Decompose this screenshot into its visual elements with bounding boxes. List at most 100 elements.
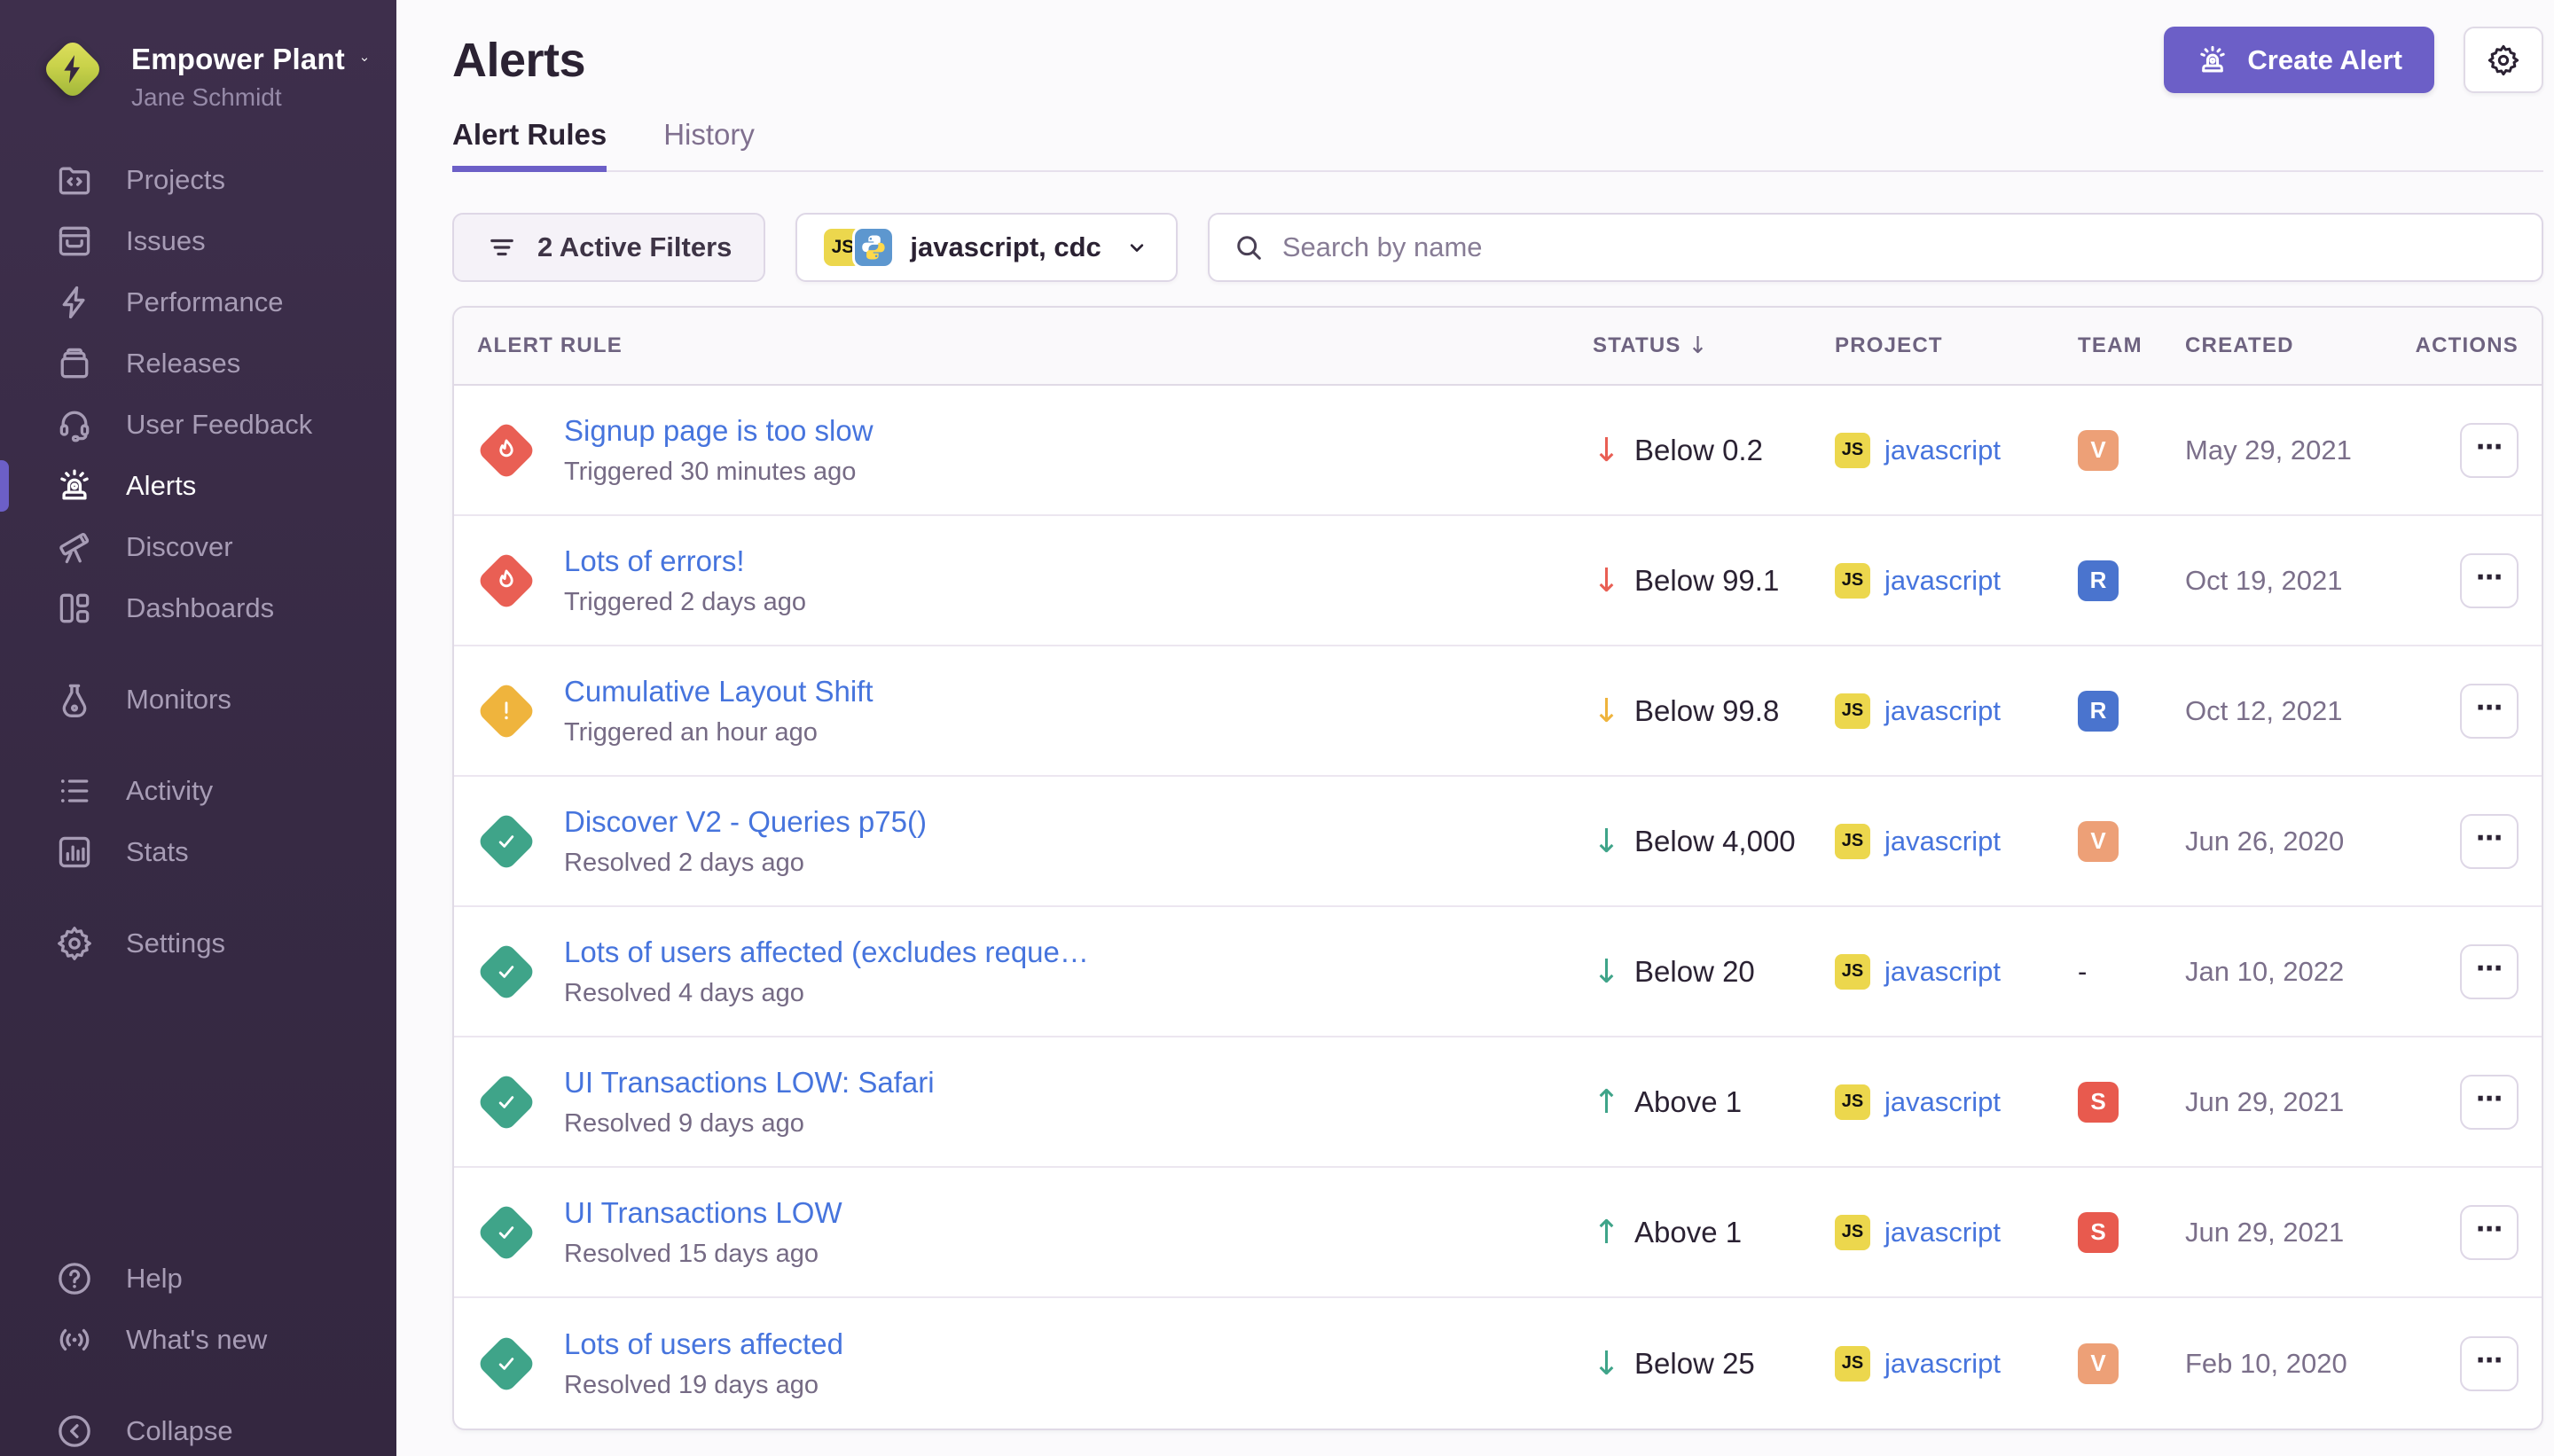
created-date: Feb 10, 2020 xyxy=(2185,1348,2380,1380)
sidebar-item-discover[interactable]: Discover xyxy=(0,516,396,577)
active-filters-button[interactable]: 2 Active Filters xyxy=(452,213,765,282)
alert-rule-link[interactable]: Lots of errors! xyxy=(564,544,806,578)
severity-icon xyxy=(477,1335,536,1393)
chevron-down-icon xyxy=(1124,235,1149,260)
sidebar-item-alerts[interactable]: Alerts xyxy=(0,455,396,516)
sidebar-item-issues[interactable]: Issues xyxy=(0,210,396,271)
sidebar-item-user-feedback[interactable]: User Feedback xyxy=(0,394,396,455)
sidebar-item-monitors[interactable]: Monitors xyxy=(0,669,396,730)
sidebar-item-projects[interactable]: Projects xyxy=(0,149,396,210)
help-icon xyxy=(55,1259,94,1298)
tab-history[interactable]: History xyxy=(663,118,755,170)
alert-rule-link[interactable]: Lots of users affected xyxy=(564,1327,843,1361)
page-title: Alerts xyxy=(452,33,585,88)
row-actions-button[interactable]: ⋯ xyxy=(2460,684,2519,739)
row-actions-button[interactable]: ⋯ xyxy=(2460,1075,2519,1130)
project-link[interactable]: javascript xyxy=(1884,565,2001,597)
team-avatar: S xyxy=(2078,1212,2119,1253)
severity-icon xyxy=(477,943,536,1001)
feedback-icon xyxy=(55,405,94,444)
alert-settings-button[interactable] xyxy=(2464,27,2543,93)
row-actions-button[interactable]: ⋯ xyxy=(2460,423,2519,478)
table-row: Lots of users affected (excludes reque… … xyxy=(454,907,2542,1037)
alert-rule-subtitle: Triggered an hour ago xyxy=(564,718,874,748)
row-actions-button[interactable]: ⋯ xyxy=(2460,944,2519,999)
status-value: Above 1 xyxy=(1634,1085,1742,1119)
row-actions-button[interactable]: ⋯ xyxy=(2460,1336,2519,1391)
sort-arrow-icon: ↓ xyxy=(1688,333,1709,359)
table-row: Signup page is too slow Triggered 30 min… xyxy=(454,386,2542,516)
alert-rule-link[interactable]: UI Transactions LOW xyxy=(564,1196,842,1230)
python-icon xyxy=(858,232,889,262)
tab-alert-rules[interactable]: Alert Rules xyxy=(452,118,607,170)
created-date: Jun 29, 2021 xyxy=(2185,1217,2380,1249)
team-avatar: V xyxy=(2078,821,2119,862)
lightning-bolt-icon xyxy=(55,51,90,87)
trend-arrow-icon: ↓ xyxy=(1593,955,1620,988)
sidebar-item-settings[interactable]: Settings xyxy=(0,912,396,974)
table-row: UI Transactions LOW: Safari Resolved 9 d… xyxy=(454,1037,2542,1168)
alert-rule-subtitle: Resolved 15 days ago xyxy=(564,1240,842,1269)
create-alert-button[interactable]: Create Alert xyxy=(2164,27,2434,93)
alert-rule-link[interactable]: UI Transactions LOW: Safari xyxy=(564,1066,935,1100)
sidebar-item-stats[interactable]: Stats xyxy=(0,821,396,882)
team-avatar: V xyxy=(2078,430,2119,471)
gear-icon xyxy=(2486,43,2521,78)
sidebar-item-performance[interactable]: Performance xyxy=(0,271,396,333)
alert-rule-link[interactable]: Signup page is too slow xyxy=(564,414,874,448)
created-date: Jan 10, 2022 xyxy=(2185,956,2380,988)
org-logo xyxy=(41,39,106,105)
stats-icon xyxy=(55,833,94,872)
tab-bar: Alert Rules History xyxy=(452,118,2543,172)
search-icon xyxy=(1233,231,1265,263)
issues-icon xyxy=(55,222,94,261)
sidebar-item-what-s-new[interactable]: What's new xyxy=(0,1309,396,1370)
project-link[interactable]: javascript xyxy=(1884,1217,2001,1249)
severity-icon xyxy=(477,1073,536,1131)
alert-rule-subtitle: Resolved 4 days ago xyxy=(564,979,1089,1008)
performance-icon xyxy=(55,283,94,322)
status-value: Below 0.2 xyxy=(1634,434,1763,467)
search-input[interactable] xyxy=(1282,231,2519,263)
trend-arrow-icon: ↓ xyxy=(1593,825,1620,857)
team-avatar: V xyxy=(2078,1343,2119,1384)
chevron-down-icon xyxy=(359,47,370,72)
sidebar-item-collapse[interactable]: Collapse xyxy=(0,1400,396,1456)
user-name: Jane Schmidt xyxy=(131,83,370,112)
status-value: Above 1 xyxy=(1634,1216,1742,1249)
trend-arrow-icon: ↓ xyxy=(1593,564,1620,597)
project-link[interactable]: javascript xyxy=(1884,434,2001,466)
sidebar-item-releases[interactable]: Releases xyxy=(0,333,396,394)
sidebar-footer: Help What's new Collapse xyxy=(0,1248,396,1456)
row-actions-button[interactable]: ⋯ xyxy=(2460,814,2519,869)
sidebar-item-activity[interactable]: Activity xyxy=(0,760,396,821)
table-row: Lots of errors! Triggered 2 days ago ↓ B… xyxy=(454,516,2542,646)
severity-icon xyxy=(477,812,536,871)
python-platform-badge xyxy=(855,229,892,266)
created-date: Oct 12, 2021 xyxy=(2185,695,2380,727)
alert-rules-table: Alert Rule Status↓ Project Team Created … xyxy=(452,306,2543,1430)
sidebar-item-dashboards[interactable]: Dashboards xyxy=(0,577,396,638)
project-link[interactable]: javascript xyxy=(1884,826,2001,857)
project-link[interactable]: javascript xyxy=(1884,695,2001,727)
project-link[interactable]: javascript xyxy=(1884,1348,2001,1380)
created-date: Jun 29, 2021 xyxy=(2185,1086,2380,1118)
alert-rule-link[interactable]: Lots of users affected (excludes reque… xyxy=(564,935,1089,969)
org-switcher[interactable]: Empower Plant Jane Schmidt xyxy=(0,0,396,112)
sidebar-nav: Projects Issues Performance Releases Use… xyxy=(0,149,396,974)
team-avatar: R xyxy=(2078,560,2119,601)
column-project: Project xyxy=(1835,333,2078,358)
active-filters-label: 2 Active Filters xyxy=(537,231,732,263)
project-selector[interactable]: JS javascript, cdc xyxy=(795,213,1177,282)
filter-icon xyxy=(486,231,518,263)
row-actions-button[interactable]: ⋯ xyxy=(2460,553,2519,608)
project-link[interactable]: javascript xyxy=(1884,1086,2001,1118)
sidebar-item-help[interactable]: Help xyxy=(0,1248,396,1309)
alert-rule-link[interactable]: Discover V2 - Queries p75() xyxy=(564,805,927,839)
project-link[interactable]: javascript xyxy=(1884,956,2001,988)
row-actions-button[interactable]: ⋯ xyxy=(2460,1205,2519,1260)
alert-rule-link[interactable]: Cumulative Layout Shift xyxy=(564,675,874,708)
status-value: Below 4,000 xyxy=(1634,825,1796,858)
collapse-icon xyxy=(55,1412,94,1451)
column-status[interactable]: Status↓ xyxy=(1593,333,1835,359)
